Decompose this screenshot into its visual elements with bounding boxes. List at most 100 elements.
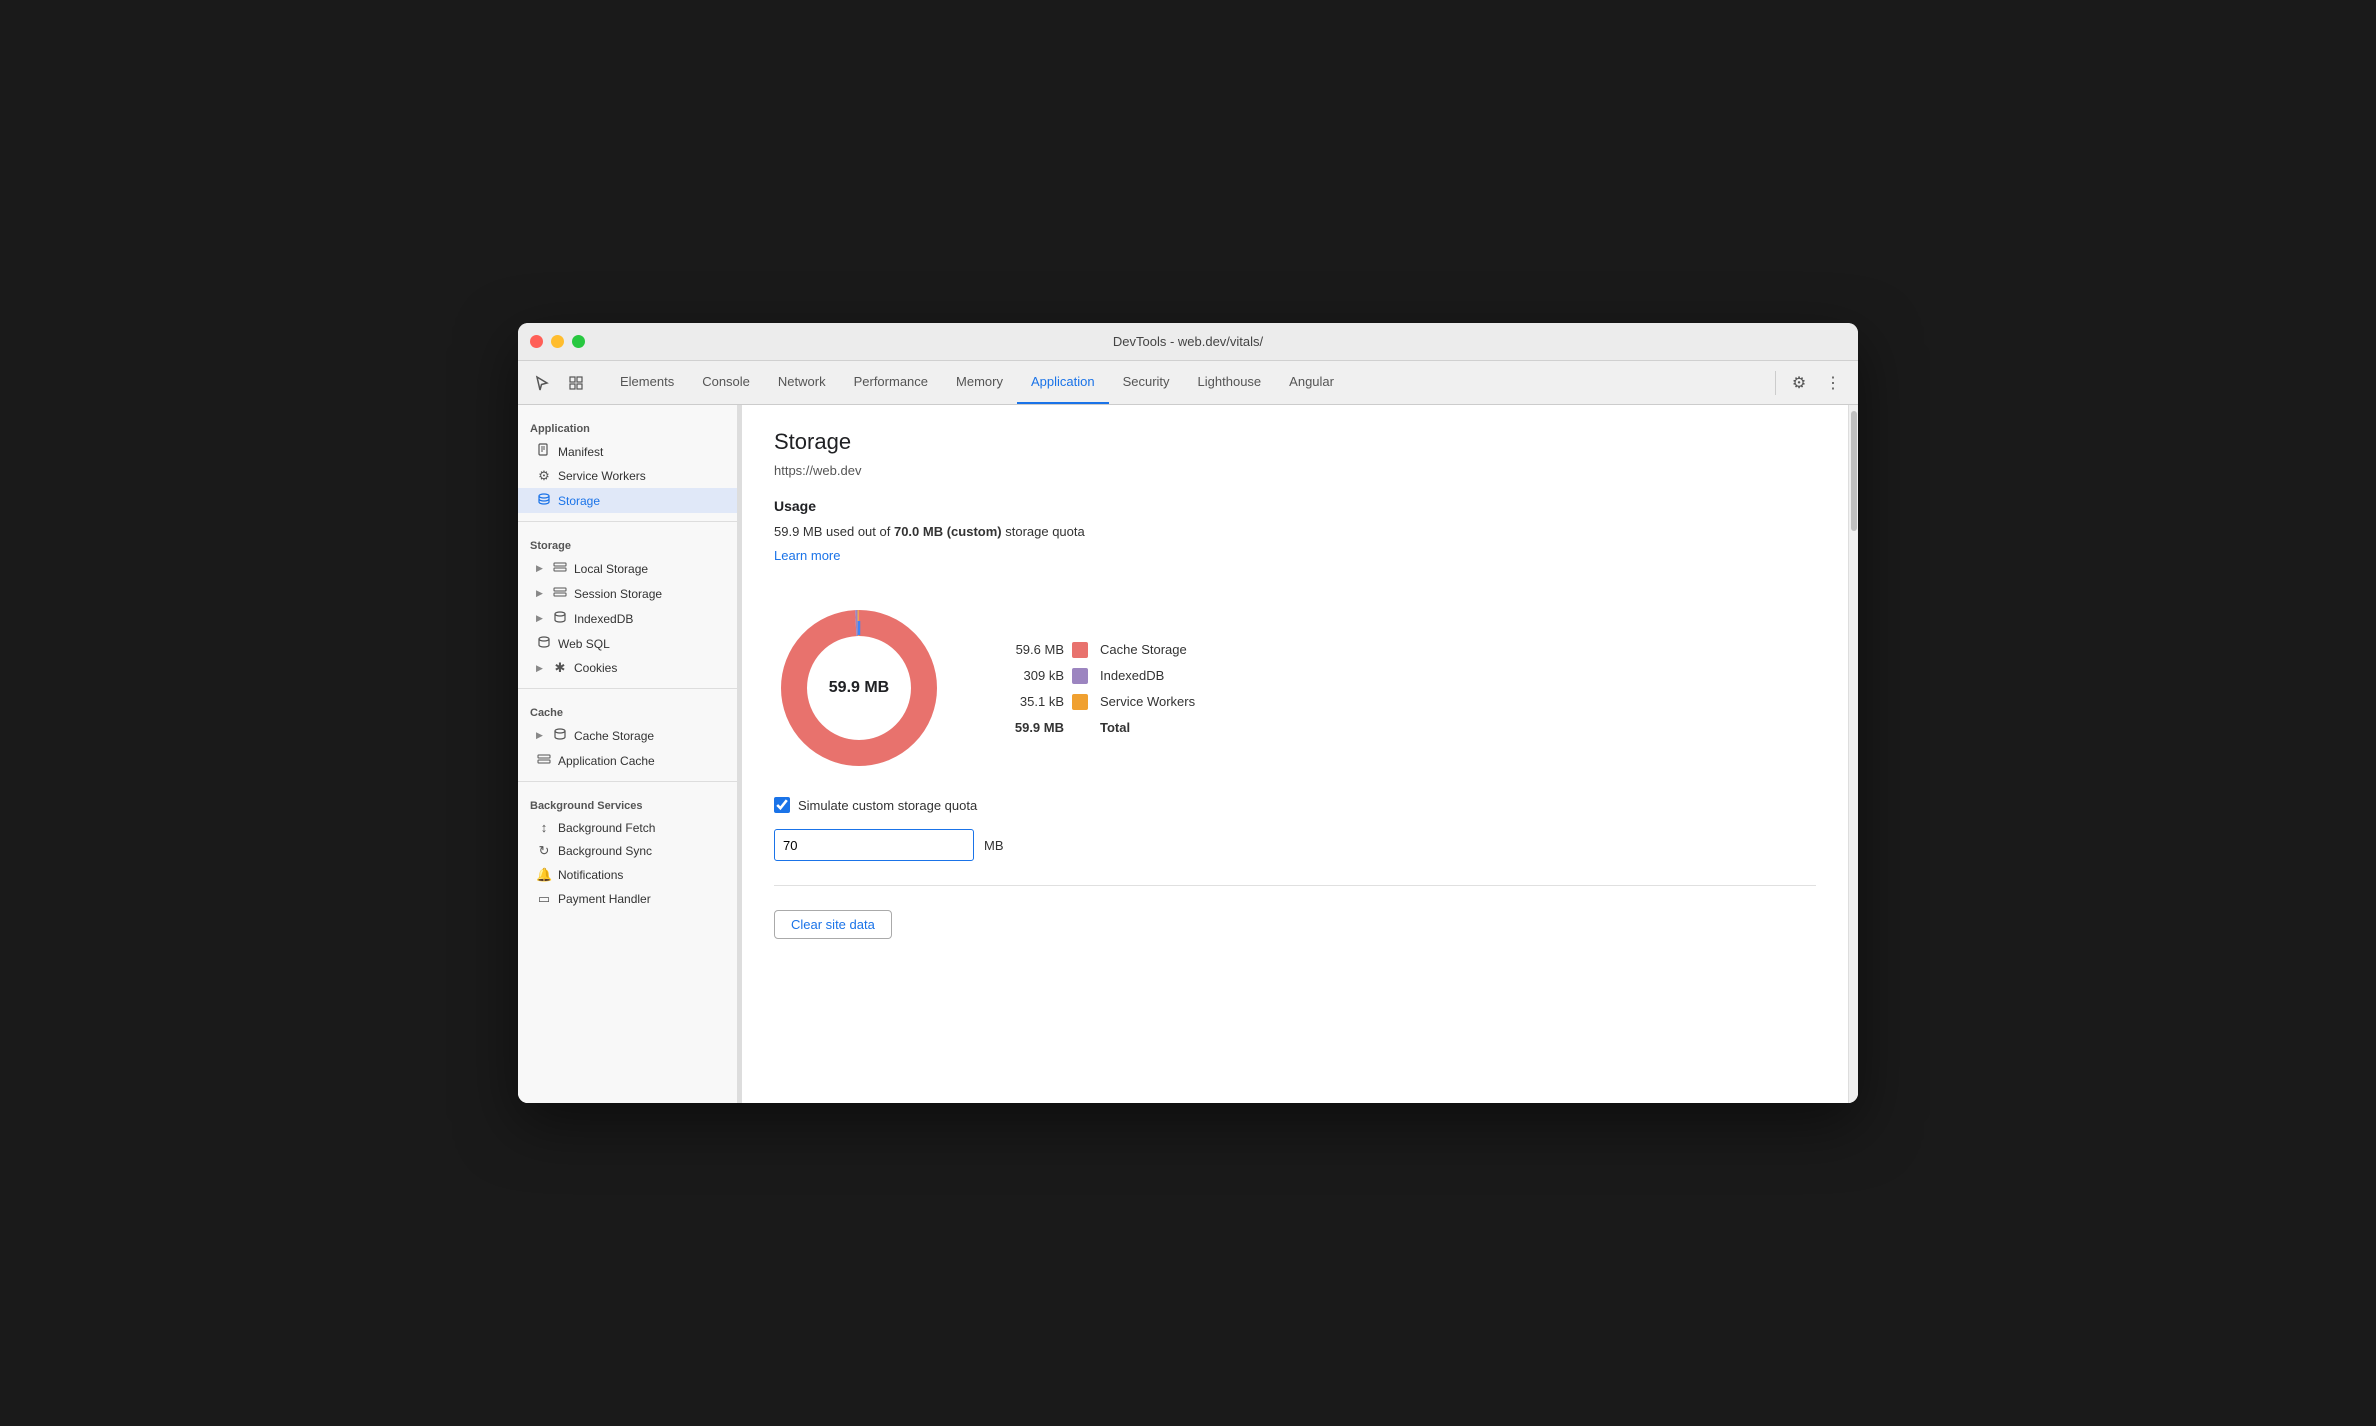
background-fetch-label: Background Fetch — [558, 821, 655, 835]
legend-value-sw: 35.1 kB — [984, 694, 1064, 709]
cursor-icon[interactable] — [528, 369, 556, 397]
application-cache-label: Application Cache — [558, 754, 655, 768]
usage-text-post: storage quota — [1002, 524, 1085, 539]
toolbar-right: ⚙ ⋮ — [1771, 368, 1848, 398]
application-cache-icon — [536, 752, 552, 769]
notifications-label: Notifications — [558, 868, 623, 882]
clear-site-data-button[interactable]: Clear site data — [774, 910, 892, 939]
scrollbar-track[interactable] — [1848, 405, 1858, 1103]
tab-angular[interactable]: Angular — [1275, 361, 1348, 404]
usage-text-pre: 59.9 MB used out of — [774, 524, 894, 539]
sidebar-item-background-fetch[interactable]: ↕ Background Fetch — [518, 816, 737, 839]
close-button[interactable] — [530, 335, 543, 348]
chevron-icon: ▶ — [536, 563, 546, 574]
traffic-lights — [530, 335, 585, 348]
sidebar-item-cookies[interactable]: ▶ ✱ Cookies — [518, 656, 737, 680]
tab-network[interactable]: Network — [764, 361, 840, 404]
quota-input-row: MB — [774, 829, 1816, 861]
notifications-icon: 🔔 — [536, 867, 552, 883]
cookies-label: Cookies — [574, 661, 617, 675]
legend-name-sw: Service Workers — [1100, 694, 1195, 709]
layers-icon[interactable] — [562, 369, 590, 397]
legend-row-sw: 35.1 kB Service Workers — [984, 694, 1195, 710]
indexeddb-icon — [552, 610, 568, 627]
legend-value-cache: 59.6 MB — [984, 642, 1064, 657]
quota-input[interactable] — [774, 829, 974, 861]
legend-color-indexeddb — [1072, 668, 1088, 684]
maximize-button[interactable] — [572, 335, 585, 348]
websql-label: Web SQL — [558, 637, 610, 651]
tab-security[interactable]: Security — [1109, 361, 1184, 404]
sidebar-section-background: Background Services — [518, 790, 737, 816]
learn-more-link[interactable]: Learn more — [774, 548, 840, 563]
toolbar: Elements Console Network Performance Mem… — [518, 361, 1858, 405]
local-storage-icon — [552, 560, 568, 577]
sidebar-item-session-storage[interactable]: ▶ Session Storage — [518, 581, 737, 606]
usage-description: 59.9 MB used out of 70.0 MB (custom) sto… — [774, 524, 1816, 539]
sidebar-section-cache: Cache — [518, 697, 737, 723]
websql-icon — [536, 635, 552, 652]
background-fetch-icon: ↕ — [536, 820, 552, 835]
session-storage-icon — [552, 585, 568, 602]
chevron-icon-4: ▶ — [536, 663, 546, 674]
sidebar-item-cache-storage[interactable]: ▶ Cache Storage — [518, 723, 737, 748]
tab-application[interactable]: Application — [1017, 361, 1109, 404]
tab-console[interactable]: Console — [688, 361, 764, 404]
sidebar-section-storage: Storage — [518, 530, 737, 556]
legend-color-cache — [1072, 642, 1088, 658]
sidebar-item-local-storage[interactable]: ▶ Local Storage — [518, 556, 737, 581]
more-icon[interactable]: ⋮ — [1818, 368, 1848, 398]
sidebar-divider-2 — [518, 688, 737, 689]
tab-elements[interactable]: Elements — [606, 361, 688, 404]
donut-label: 59.9 MB — [829, 679, 889, 697]
simulate-label[interactable]: Simulate custom storage quota — [798, 798, 977, 813]
manifest-icon — [536, 443, 552, 460]
service-workers-label: Service Workers — [558, 469, 646, 483]
minimize-button[interactable] — [551, 335, 564, 348]
background-sync-icon: ↻ — [536, 843, 552, 859]
page-title: Storage — [774, 429, 1816, 455]
sidebar-divider-3 — [518, 781, 737, 782]
session-storage-label: Session Storage — [574, 587, 662, 601]
sidebar-item-indexeddb[interactable]: ▶ IndexedDB — [518, 606, 737, 631]
background-sync-label: Background Sync — [558, 844, 652, 858]
local-storage-label: Local Storage — [574, 562, 648, 576]
chevron-icon-2: ▶ — [536, 588, 546, 599]
scrollbar-thumb[interactable] — [1851, 411, 1857, 531]
usage-title: Usage — [774, 498, 1816, 514]
quota-unit: MB — [984, 838, 1004, 853]
sidebar-item-background-sync[interactable]: ↻ Background Sync — [518, 839, 737, 863]
legend-value-indexeddb: 309 kB — [984, 668, 1064, 683]
devtools-window: DevTools - web.dev/vitals/ Elements Cons… — [518, 323, 1858, 1103]
titlebar: DevTools - web.dev/vitals/ — [518, 323, 1858, 361]
tab-lighthouse[interactable]: Lighthouse — [1184, 361, 1276, 404]
window-title: DevTools - web.dev/vitals/ — [1113, 334, 1263, 349]
sidebar-item-notifications[interactable]: 🔔 Notifications — [518, 863, 737, 887]
sidebar-item-websql[interactable]: Web SQL — [518, 631, 737, 656]
chart-legend: 59.6 MB Cache Storage 309 kB IndexedDB 3… — [984, 642, 1195, 735]
chevron-icon-3: ▶ — [536, 613, 546, 624]
legend-value-total: 59.9 MB — [984, 720, 1064, 735]
content-area: Storage https://web.dev Usage 59.9 MB us… — [742, 405, 1848, 1103]
sidebar-item-service-workers[interactable]: ⚙ Service Workers — [518, 464, 737, 488]
simulate-checkbox[interactable] — [774, 797, 790, 813]
toolbar-tabs: Elements Console Network Performance Mem… — [606, 361, 1771, 404]
content-url: https://web.dev — [774, 463, 1816, 478]
legend-name-total: Total — [1100, 720, 1195, 735]
section-divider — [774, 885, 1816, 886]
sidebar-item-manifest[interactable]: Manifest — [518, 439, 737, 464]
indexeddb-label: IndexedDB — [574, 612, 633, 626]
sidebar-divider-1 — [518, 521, 737, 522]
tab-memory[interactable]: Memory — [942, 361, 1017, 404]
chevron-icon-5: ▶ — [536, 730, 546, 741]
tab-performance[interactable]: Performance — [840, 361, 942, 404]
toolbar-icon-group — [528, 369, 590, 397]
settings-icon[interactable]: ⚙ — [1784, 368, 1814, 398]
cache-storage-icon — [552, 727, 568, 744]
legend-name-cache: Cache Storage — [1100, 642, 1195, 657]
sidebar-item-storage[interactable]: Storage — [518, 488, 737, 513]
payment-handler-icon: ▭ — [536, 891, 552, 907]
sidebar-item-application-cache[interactable]: Application Cache — [518, 748, 737, 773]
storage-label: Storage — [558, 494, 600, 508]
sidebar-item-payment-handler[interactable]: ▭ Payment Handler — [518, 887, 737, 911]
